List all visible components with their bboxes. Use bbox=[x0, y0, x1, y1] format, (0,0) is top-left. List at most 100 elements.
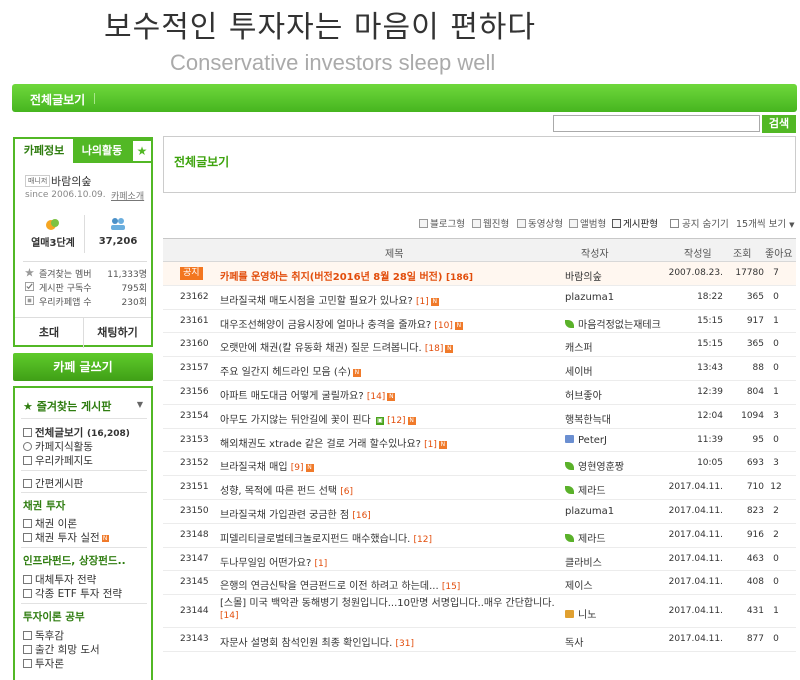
checkbox[interactable] bbox=[670, 219, 679, 228]
chat-button[interactable]: 채팅하기 bbox=[83, 318, 151, 348]
board-bond-practice[interactable]: 채권 투자 실전 N bbox=[23, 530, 109, 545]
post-title[interactable]: 아파트 매도대금 어떻게 굴릴까요? [14] N bbox=[220, 387, 560, 402]
post-author[interactable]: 허브좋아 bbox=[565, 387, 665, 402]
blog-view-icon bbox=[419, 219, 428, 228]
table-row[interactable]: 23143 자문사 설명회 참석인원 최종 확인입니다. [31] 독사 201… bbox=[163, 628, 796, 652]
board-alt-strategy[interactable]: 대체투자 전략 bbox=[23, 572, 96, 587]
post-title[interactable]: 카페를 운영하는 취지(버전2016년 8월 28일 버전) [186] bbox=[220, 268, 560, 283]
post-title[interactable]: 오랫만에 채권(칼 유동화 채권) 질문 드려봅니다. [18] N bbox=[220, 339, 560, 354]
post-author[interactable]: plazuma1 bbox=[565, 292, 665, 303]
post-date: 18:22 bbox=[697, 291, 723, 302]
cafe-intro-link[interactable]: 카페소개 bbox=[111, 189, 144, 202]
board-reading[interactable]: 독후감 bbox=[23, 628, 64, 643]
manager-name[interactable]: 바람의숲 bbox=[51, 173, 91, 189]
post-author[interactable]: 제라드 bbox=[565, 530, 665, 545]
invite-button[interactable]: 초대 bbox=[15, 318, 83, 348]
per-page-select[interactable]: 15개씩 보기 ▼ bbox=[736, 216, 795, 230]
table-row[interactable]: 23161 대우조선해양이 금융시장에 얼마나 충격을 줄까요? [10] N 마… bbox=[163, 310, 796, 334]
table-row[interactable]: 23144 [스몰] 미국 백악관 동해병기 청원입니다...10만명 서명입니… bbox=[163, 595, 796, 629]
post-date: 15:15 bbox=[697, 339, 723, 350]
table-row[interactable]: 23153 해외채권도 xtrade 같은 걸로 거래 할수있나요? [1] N … bbox=[163, 429, 796, 453]
post-title[interactable]: 피델리티글로벌테크놀로지펀드 매수했습니다. [12] bbox=[220, 530, 560, 545]
post-title[interactable]: 주요 일간지 헤드라인 모음 (수) N bbox=[220, 363, 560, 378]
view-toolbar: 블로그형 웹진형 동영상형 앨범형 게시판형 공지 숨기기 15개씩 보기 ▼ bbox=[163, 216, 796, 230]
post-author[interactable]: 마음걱정없는재테크 bbox=[565, 316, 665, 331]
view-board[interactable]: 게시판형 bbox=[612, 216, 658, 230]
post-title[interactable]: 브라질국채 매도시점을 고민할 필요가 있나요? [1] N bbox=[220, 292, 560, 307]
user-level-icon bbox=[565, 434, 574, 443]
cafe-title: 보수적인 투자자는 마음이 편하다 bbox=[104, 10, 537, 45]
post-title[interactable]: 아무도 가지않는 뒤안길에 꽃이 핀다 ▣ [12] N bbox=[220, 411, 560, 426]
col-author: 작성자 bbox=[581, 249, 609, 260]
tab-my-activity[interactable]: 나의활동 bbox=[73, 139, 131, 163]
post-title[interactable]: 자문사 설명회 참석인원 최종 확인입니다. [31] bbox=[220, 634, 560, 649]
hide-notice-toggle[interactable]: 공지 숨기기 bbox=[670, 216, 729, 230]
cafe-subtitle: Conservative investors sleep well bbox=[170, 50, 496, 75]
table-row[interactable]: 23152 브라질국채 매입 [9] N 영현영훈짱 10:05 693 3 bbox=[163, 452, 796, 477]
group-bond: 채권 투자 bbox=[23, 500, 66, 512]
search-input[interactable] bbox=[553, 115, 760, 132]
menu-all-posts[interactable]: 전체글보기 bbox=[30, 91, 85, 108]
post-title[interactable]: 대우조선해양이 금융시장에 얼마나 충격을 줄까요? [10] N bbox=[220, 316, 560, 331]
post-title[interactable]: 성향, 목적에 따른 펀드 선택 [6] bbox=[220, 482, 560, 497]
post-author[interactable]: 행복한늑대 bbox=[565, 411, 665, 426]
board-bond-theory[interactable]: 채권 이론 bbox=[23, 516, 77, 531]
board-cafe-knowledge[interactable]: 카페지식활동 bbox=[23, 439, 93, 454]
table-row[interactable]: 23148 피델리티글로벌테크놀로지펀드 매수했습니다. [12] 제라드 20… bbox=[163, 524, 796, 548]
cafe-level-label: 열매3단계 bbox=[31, 238, 75, 249]
write-post-button[interactable]: 카페 글쓰기 bbox=[13, 353, 153, 381]
table-row[interactable]: 23160 오랫만에 채권(칼 유동화 채권) 질문 드려봅니다. [18] N … bbox=[163, 333, 796, 358]
post-author[interactable]: 제라드 bbox=[565, 482, 665, 497]
post-views: 823 bbox=[746, 505, 764, 516]
post-author[interactable]: 니노 bbox=[565, 606, 665, 621]
board-short[interactable]: 간편게시판 bbox=[23, 476, 83, 491]
tab-cafe-info[interactable]: 카페정보 bbox=[15, 139, 73, 163]
image-attachment-icon: ▣ bbox=[375, 416, 384, 425]
table-row[interactable]: 23145 은행의 연금신탁을 연금펀드로 이전 하려고 하는데... [15]… bbox=[163, 571, 796, 596]
search-button[interactable]: 검색 bbox=[762, 115, 796, 133]
board-cafe-map[interactable]: 우리카페지도 bbox=[23, 453, 93, 468]
post-author[interactable]: PeterJ bbox=[565, 434, 665, 446]
chevron-down-icon[interactable]: ▼ bbox=[137, 400, 143, 409]
post-views: 693 bbox=[746, 458, 764, 469]
table-row[interactable]: 23156 아파트 매도대금 어떻게 굴릴까요? [14] N 허브좋아 12:3… bbox=[163, 381, 796, 405]
table-row[interactable]: 23162 브라질국채 매도시점을 고민할 필요가 있나요? [1] N plaz… bbox=[163, 286, 796, 310]
post-author[interactable]: 세이버 bbox=[565, 363, 665, 378]
table-row[interactable]: 23154 아무도 가지않는 뒤안길에 꽃이 핀다 ▣ [12] N 행복한늑대 … bbox=[163, 405, 796, 429]
post-title[interactable]: 두나무일임 어떤가요? [1] bbox=[220, 554, 560, 569]
post-author[interactable]: 독사 bbox=[565, 634, 665, 649]
post-title[interactable]: [스몰] 미국 백악관 동해병기 청원입니다...10만명 서명입니다..매우 … bbox=[220, 598, 560, 622]
table-row[interactable]: 23157 주요 일간지 헤드라인 모음 (수) N 세이버 13:43 88 0 bbox=[163, 357, 796, 381]
post-title[interactable]: 은행의 연금신탁을 연금펀드로 이전 하려고 하는데... [15] bbox=[220, 577, 560, 592]
post-title[interactable]: 해외채권도 xtrade 같은 걸로 거래 할수있나요? [1] N bbox=[220, 435, 560, 450]
stat-divider bbox=[84, 215, 85, 253]
post-author[interactable]: 캐스퍼 bbox=[565, 339, 665, 354]
table-row[interactable]: 23147 두나무일임 어떤가요? [1] 클라비스 2017.04.11. 4… bbox=[163, 548, 796, 572]
table-row[interactable]: 23151 성향, 목적에 따른 펀드 선택 [6] 제라드 2017.04.1… bbox=[163, 476, 796, 500]
member-count[interactable]: 37,206 bbox=[87, 217, 149, 247]
table-row[interactable]: 23150 브라질국채 가입관련 궁금한 점 [16] plazuma1 201… bbox=[163, 500, 796, 524]
post-author[interactable]: plazuma1 bbox=[565, 506, 665, 517]
board-all-posts[interactable]: 전체글보기 (16,208) bbox=[23, 425, 130, 440]
star-icon[interactable]: ★ bbox=[133, 141, 151, 161]
post-author[interactable]: 제이스 bbox=[565, 577, 665, 592]
post-author[interactable]: 영현영훈짱 bbox=[565, 458, 665, 473]
view-video[interactable]: 동영상형 bbox=[517, 216, 563, 230]
post-author[interactable]: 클라비스 bbox=[565, 554, 665, 569]
board-wish-books[interactable]: 출간 희망 도서 bbox=[23, 642, 100, 657]
post-number: 23151 bbox=[180, 482, 209, 493]
fav-boards-header[interactable]: ★ 즐겨찾는 게시판 bbox=[23, 398, 111, 414]
post-number: 23145 bbox=[180, 577, 209, 588]
view-webzine[interactable]: 웹진형 bbox=[472, 216, 509, 230]
board-discussion[interactable]: 투자론 bbox=[23, 656, 64, 671]
board-etf-strategy[interactable]: 각종 ETF 투자 전략 bbox=[23, 586, 122, 601]
view-album[interactable]: 앨범형 bbox=[569, 216, 606, 230]
member-count-value: 37,206 bbox=[98, 236, 138, 247]
post-title[interactable]: 브라질국채 가입관련 궁금한 점 [16] bbox=[220, 506, 560, 521]
col-date: 작성일 bbox=[684, 249, 712, 260]
post-title[interactable]: 브라질국채 매입 [9] N bbox=[220, 458, 560, 473]
table-row[interactable]: 공지 카페를 운영하는 취지(버전2016년 8월 28일 버전) [186] … bbox=[163, 262, 796, 286]
new-badge: N bbox=[387, 392, 396, 401]
view-blog[interactable]: 블로그형 bbox=[419, 216, 465, 230]
post-author[interactable]: 바람의숲 bbox=[565, 268, 665, 283]
